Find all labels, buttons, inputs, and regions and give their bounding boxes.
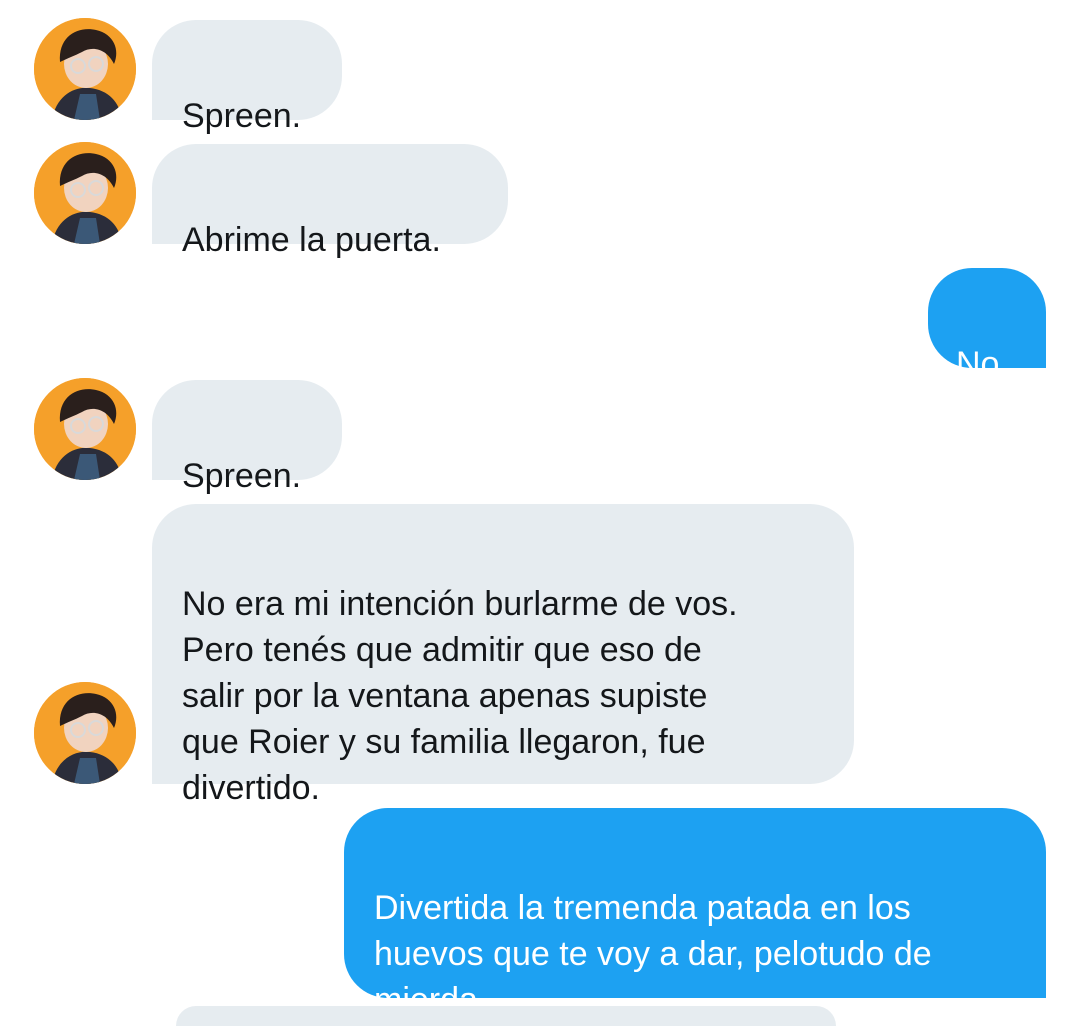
message-text: Spreen.: [182, 97, 302, 135]
message-text: No.: [956, 345, 1009, 383]
contact-avatar-icon[interactable]: [34, 142, 136, 244]
message-bubble-outgoing[interactable]: No.: [928, 268, 1046, 383]
message-text: No era mi intención burlarme de vos. Per…: [182, 585, 738, 807]
message-text: Divertida la tremenda patada en los huev…: [374, 889, 932, 1019]
contact-avatar-icon[interactable]: [34, 18, 136, 120]
message-bubble-outgoing[interactable]: Divertida la tremenda patada en los huev…: [344, 808, 1046, 1019]
contact-avatar-icon[interactable]: [34, 378, 136, 480]
message-bubble-incoming[interactable]: Spreen.: [152, 20, 342, 135]
message-text: Abrime la puerta.: [182, 221, 441, 259]
message-text: Spreen.: [182, 457, 302, 495]
contact-avatar-icon[interactable]: [34, 682, 136, 784]
message-bubble-partial: [176, 1006, 836, 1026]
conversation-thread: Spreen. Abrime la puerta. No. Spreen. No…: [0, 0, 1080, 1026]
message-bubble-incoming[interactable]: No era mi intención burlarme de vos. Per…: [152, 504, 854, 807]
message-bubble-incoming[interactable]: Spreen.: [152, 380, 342, 495]
message-bubble-incoming[interactable]: Abrime la puerta.: [152, 144, 508, 259]
